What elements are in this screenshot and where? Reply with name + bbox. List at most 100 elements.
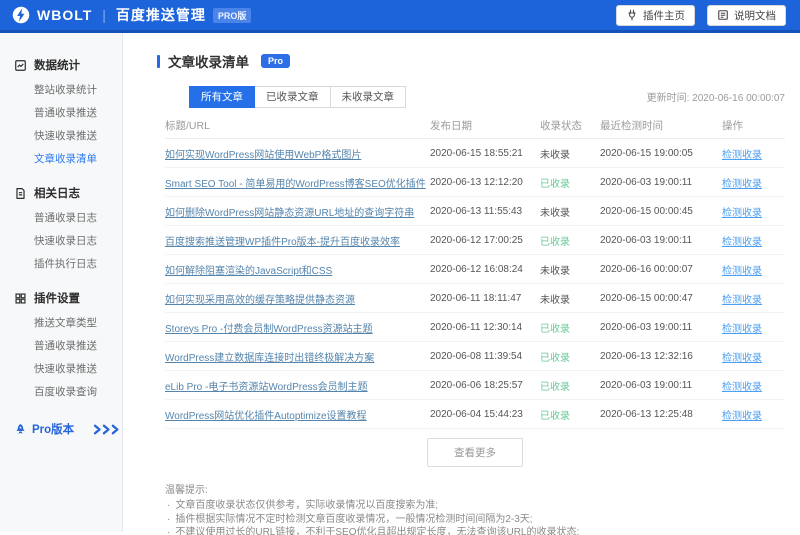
tips-title: 温馨提示: [165,485,208,496]
pro-badge: Pro [261,54,291,68]
last-checked-time: 2020-06-15 00:00:45 [600,205,693,217]
sidebar-section-title: 相关日志 [14,185,122,201]
published-date: 2020-06-15 18:55:21 [430,147,523,159]
article-title-link[interactable]: 如何解除阻塞渲染的JavaScript和CSS [165,266,332,277]
sidebar-nav: 数据统计整站收录统计 普通收录推送 快速收录推送 文章收录清单相关日志普通收录日志 快速… [14,57,122,403]
check-index-link[interactable]: 检测收录 [722,353,762,364]
logo-text: WBOLT [37,7,93,23]
sidebar-section-label: 数据统计 [34,60,80,72]
article-title-cell: Storeys Pro -付费会员制WordPress资源站主题 [165,320,430,335]
articles-table: 标题/URL 发布日期 收录状态 最近检测时间 操作 如何实现WordPress网站使用… [165,113,785,429]
check-index-link[interactable]: 检测收录 [722,208,762,219]
status-badge: 未收录 [540,265,570,277]
table-row: Storeys Pro -付费会员制WordPress资源站主题 2020-06-… [165,313,785,342]
article-title-link[interactable]: eLib Pro -电子书资源站WordPress会员制主题 [165,382,368,393]
article-title-cell: 如何解除阻塞渲染的JavaScript和CSS [165,262,430,277]
chevrons-icon [93,424,119,435]
article-title-link[interactable]: 百度搜索推送管理WP插件Pro版本-提升百度收录效率 [165,237,400,248]
sidebar-section-title: 数据统计 [14,57,122,73]
table-row: Smart SEO Tool - 简单易用的WordPress博客SEO优化插件… [165,168,785,197]
published-date: 2020-06-08 11:39:54 [430,350,523,362]
doc-icon [717,9,729,21]
status-badge: 未收录 [540,294,570,306]
app-title: 百度推送管理 [115,7,206,23]
check-index-link[interactable]: 检测收录 [722,179,762,190]
check-index-link[interactable]: 检测收录 [722,382,762,393]
article-title-cell: eLib Pro -电子书资源站WordPress会员制主题 [165,378,430,393]
action-cell: 检测收录 [722,175,785,190]
article-title-link[interactable]: Storeys Pro -付费会员制WordPress资源站主题 [165,324,373,335]
sidebar-section-label: 相关日志 [34,188,80,200]
article-title-link[interactable]: 如何删除WordPress网站静态资源URL地址的查询字符串 [165,208,414,219]
sidebar-section: 相关日志普通收录日志 快速收录日志 插件执行日志 [14,185,122,275]
sidebar-item[interactable]: 推送文章类型 [14,311,122,334]
article-title-link[interactable]: WordPress网站优化插件Autoptimize设置教程 [165,411,367,422]
table-row: 如何实现WordPress网站使用WebP格式图片 2020-06-15 18:5… [165,139,785,168]
article-title-cell: 如何实现采用高效的缓存策略提供静态资源 [165,291,430,306]
status-badge: 已收录 [540,381,570,393]
plugin-home-button[interactable]: 插件主页 [616,4,695,26]
sidebar-item[interactable]: 普通收录推送 [14,334,122,357]
bolt-icon [12,6,30,24]
tip-item: 不建议使用过长的URL链接，不利于SEO优化且超出规定长度，无法查询该URL的收… [165,526,785,535]
docs-button-label: 说明文档 [734,9,776,22]
action-cell: 检测收录 [722,233,785,248]
sidebar-item[interactable]: 文章收录清单 [14,147,122,170]
article-title-cell: 如何删除WordPress网站静态资源URL地址的查询字符串 [165,204,430,219]
article-title-link[interactable]: Smart SEO Tool - 简单易用的WordPress博客SEO优化插件 [165,179,426,190]
check-index-link[interactable]: 检测收录 [722,237,762,248]
sidebar-item[interactable]: 插件执行日志 [14,252,122,275]
published-date: 2020-06-11 18:11:47 [430,292,522,304]
column-header: 收录状态 [540,120,582,132]
sidebar-item[interactable]: 普通收录推送 [14,101,122,124]
check-index-link[interactable]: 检测收录 [722,324,762,335]
article-title-link[interactable]: WordPress建立数据库连接时出错终极解决方案 [165,353,374,364]
published-date: 2020-06-04 15:44:23 [430,408,523,420]
sidebar-section-label: 插件设置 [34,293,80,305]
status-badge: 已收录 [540,352,570,364]
sidebar-item-pro-version[interactable]: Pro版本 [14,421,122,437]
published-date: 2020-06-06 18:25:57 [430,379,523,391]
header-divider: | [102,7,106,23]
rocket-icon [14,423,27,436]
table-body: 如何实现WordPress网站使用WebP格式图片 2020-06-15 18:5… [165,139,785,429]
last-checked-time: 2020-06-03 19:00:11 [600,176,693,188]
last-checked-time: 2020-06-15 00:00:47 [600,292,693,304]
status-badge: 未收录 [540,149,570,161]
table-row: WordPress建立数据库连接时出错终极解决方案 2020-06-08 11:3… [165,342,785,371]
action-cell: 检测收录 [722,349,785,364]
status-badge: 未收录 [540,207,570,219]
header-actions: 插件主页 说明文档 [616,4,786,26]
column-header: 操作 [722,120,743,132]
filter-tab[interactable]: 所有文章 [189,86,255,108]
check-index-link[interactable]: 检测收录 [722,411,762,422]
docs-button[interactable]: 说明文档 [707,4,786,26]
table-row: 如何解除阻塞渲染的JavaScript和CSS 2020-06-12 16:08:… [165,255,785,284]
last-checked-time: 2020-06-03 19:00:11 [600,379,693,391]
check-index-link[interactable]: 检测收录 [722,295,762,306]
action-cell: 检测收录 [722,204,785,219]
article-title-link[interactable]: 如何实现采用高效的缓存策略提供静态资源 [165,295,355,306]
sidebar-item[interactable]: 快速收录推送 [14,124,122,147]
sidebar-section: 插件设置推送文章类型 普通收录推送 快速收录推送 百度收录查询 [14,290,122,403]
check-index-link[interactable]: 检测收录 [722,150,762,161]
published-date: 2020-06-13 11:55:43 [430,205,523,217]
page-title: 文章收录清单 [168,55,249,70]
article-title-cell: Smart SEO Tool - 简单易用的WordPress博客SEO优化插件 [165,175,430,190]
sidebar-item[interactable]: 快速收录推送 [14,357,122,380]
sidebar-item[interactable]: 整站收录统计 [14,78,122,101]
filter-tab[interactable]: 未收录文章 [329,86,406,108]
sidebar-item[interactable]: 普通收录日志 [14,206,122,229]
table-row: WordPress网站优化插件Autoptimize设置教程 2020-06-04… [165,400,785,429]
action-cell: 检测收录 [722,407,785,422]
article-title-link[interactable]: 如何实现WordPress网站使用WebP格式图片 [165,150,361,161]
load-more-button[interactable]: 查看更多 [427,438,523,467]
tip-item: 文章百度收录状态仅供参考，实际收录情况以百度搜索为准; [165,499,785,513]
sidebar-item[interactable]: 百度收录查询 [14,380,122,403]
action-cell: 检测收录 [722,378,785,393]
plugin-home-button-label: 插件主页 [643,9,685,22]
check-index-link[interactable]: 检测收录 [722,266,762,277]
sidebar-item[interactable]: 快速收录日志 [14,229,122,252]
filter-tab[interactable]: 已收录文章 [254,86,331,108]
article-title-cell: 如何实现WordPress网站使用WebP格式图片 [165,146,430,161]
